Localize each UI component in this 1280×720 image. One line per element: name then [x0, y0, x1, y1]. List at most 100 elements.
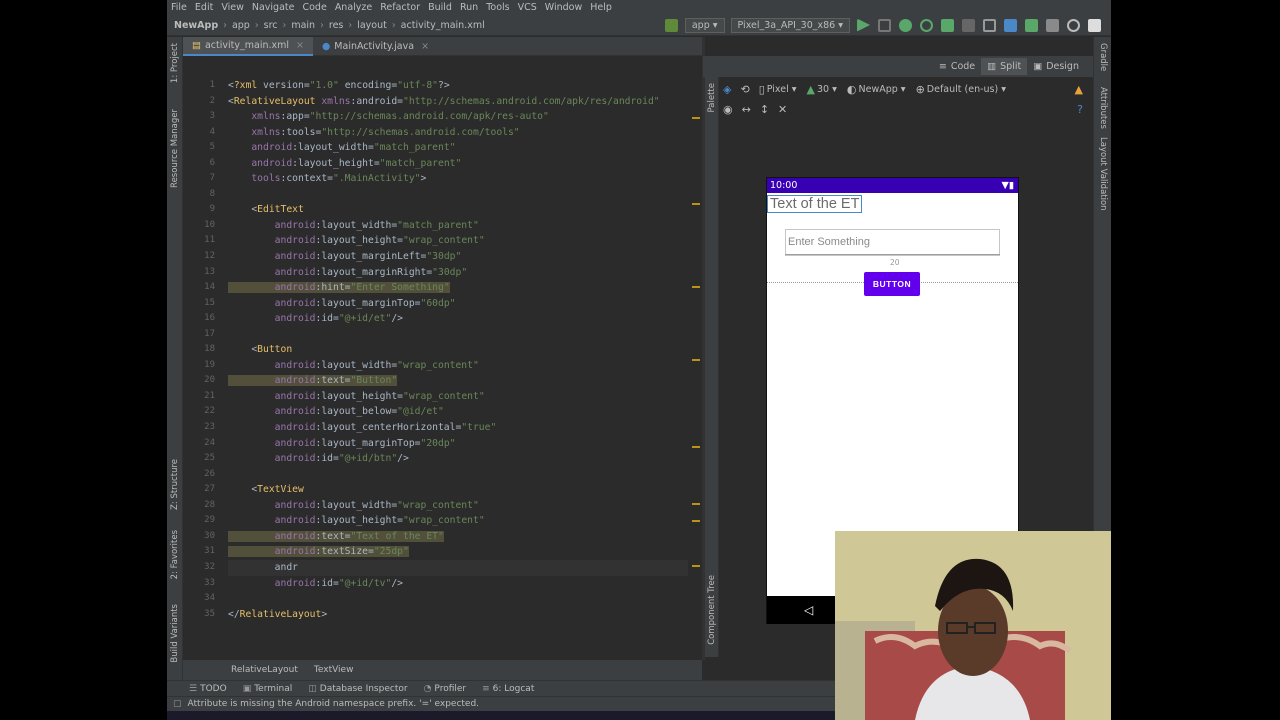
code-line[interactable]: android:layout_height="match_parent" [228, 156, 688, 172]
resize-vertical-icon[interactable]: ↕ [760, 103, 769, 116]
gradle-tool-tab[interactable]: Gradle [1098, 43, 1108, 71]
clear-constraints-icon[interactable]: ✕ [778, 103, 787, 116]
code-line[interactable]: android:text="Button" [228, 373, 688, 389]
menu-vcs[interactable]: VCS [518, 2, 537, 13]
warning-marker[interactable] [692, 446, 700, 448]
code-line[interactable]: <EditText [228, 202, 688, 218]
code-line[interactable] [228, 467, 688, 483]
code-line[interactable]: android:layout_marginTop="20dp" [228, 436, 688, 452]
breadcrumb-textview[interactable]: TextView [314, 665, 354, 675]
split-view-button[interactable]: ▥ Split [981, 58, 1028, 75]
hammer-icon[interactable] [664, 18, 678, 32]
breadcrumb-layout[interactable]: layout [357, 20, 387, 31]
code-line[interactable]: android:id="@+id/tv"/> [228, 576, 688, 592]
menu-analyze[interactable]: Analyze [335, 2, 372, 13]
code-line[interactable]: <Button [228, 342, 688, 358]
menu-navigate[interactable]: Navigate [252, 2, 295, 13]
breadcrumb-relativelayout[interactable]: RelativeLayout [231, 665, 298, 675]
code-line[interactable]: <TextView [228, 482, 688, 498]
panel-toggle-icon[interactable]: ▢ [173, 699, 182, 709]
menu-refactor[interactable]: Refactor [380, 2, 420, 13]
menu-file[interactable]: File [171, 2, 187, 13]
code-line[interactable]: android:layout_height="wrap_content" [228, 233, 688, 249]
layers-icon[interactable]: ◈ [723, 83, 731, 96]
code-line[interactable]: </RelativeLayout> [228, 607, 688, 623]
theme-select[interactable]: NewApp ▾ [859, 84, 906, 95]
project-tool-tab[interactable]: 1: Project [170, 43, 180, 83]
menu-view[interactable]: View [221, 2, 244, 13]
code-line[interactable]: android:text="Text of the ET" [228, 529, 688, 545]
tab-mainactivity-java[interactable]: ● MainActivity.java × [313, 37, 438, 56]
warning-marker[interactable] [692, 520, 700, 522]
search-icon[interactable] [1067, 18, 1080, 32]
code-line[interactable] [228, 327, 688, 343]
code-line[interactable]: xmlns:app="http://schemas.android.com/ap… [228, 109, 688, 125]
code-line[interactable]: <RelativeLayout xmlns:android="http://sc… [228, 94, 688, 110]
menu-tools[interactable]: Tools [486, 2, 509, 13]
breadcrumb-file[interactable]: activity_main.xml [401, 20, 485, 31]
code-line[interactable]: tools:context=".MainActivity"> [228, 171, 688, 187]
warning-marker[interactable] [692, 117, 700, 119]
code-line[interactable]: android:layout_marginRight="30dp" [228, 265, 688, 281]
build-variants-tool-tab[interactable]: Build Variants [170, 604, 180, 663]
sync-icon[interactable] [1004, 18, 1017, 32]
orientation-icon[interactable]: ⟲ [740, 83, 749, 96]
code-line[interactable]: android:layout_width="wrap_content" [228, 358, 688, 374]
resize-horizontal-icon[interactable]: ↔ [742, 103, 751, 116]
preview-button[interactable]: BUTTON [864, 272, 920, 296]
help-icon[interactable]: ? [1077, 103, 1083, 116]
avd-manager-icon[interactable] [1025, 18, 1038, 32]
menu-help[interactable]: Help [590, 2, 612, 13]
menu-build[interactable]: Build [428, 2, 452, 13]
code-line[interactable] [228, 591, 688, 607]
menu-window[interactable]: Window [545, 2, 582, 13]
menu-code[interactable]: Code [302, 2, 326, 13]
close-icon[interactable]: × [421, 41, 429, 52]
favorites-tool-tab[interactable]: 2: Favorites [170, 530, 180, 579]
breadcrumb-project[interactable]: NewApp [174, 20, 218, 31]
preview-edittext[interactable]: Enter Something [785, 229, 1000, 256]
code-line[interactable]: android:layout_width="match_parent" [228, 218, 688, 234]
eye-icon[interactable]: ◉ [723, 103, 733, 116]
code-line[interactable]: android:id="@+id/btn"/> [228, 451, 688, 467]
code-editor[interactable]: 1 2 3 4 5 6 7 8 9 10 11 12 13 14 15 16 17 18 19 20 21 22 23 24 2… [183, 56, 702, 660]
warning-marker[interactable] [692, 203, 700, 205]
palette-tool-tab[interactable]: Palette [707, 83, 717, 112]
warning-marker[interactable] [692, 359, 700, 361]
run-config-select[interactable]: app ▾ [684, 17, 725, 33]
resource-manager-tool-tab[interactable]: Resource Manager [170, 109, 180, 188]
code-line[interactable]: android:textSize="25dp" [228, 544, 688, 560]
code-line[interactable]: android:layout_below="@id/et" [228, 404, 688, 420]
sdk-manager-icon[interactable] [1046, 18, 1059, 32]
profile-icon[interactable] [920, 18, 933, 32]
breadcrumb-app[interactable]: app [232, 20, 250, 31]
menu-edit[interactable]: Edit [195, 2, 213, 13]
attach-debugger-icon[interactable] [941, 18, 954, 32]
code-line[interactable]: andr [228, 559, 688, 576]
code-line[interactable]: android:hint="Enter Something" [228, 280, 688, 296]
code-line[interactable]: android:layout_marginLeft="30dp" [228, 249, 688, 265]
terminal-tool-tab[interactable]: ▣ Terminal [243, 684, 293, 694]
api-select[interactable]: 30 ▾ [817, 84, 837, 95]
rerun-icon[interactable] [878, 18, 891, 32]
device-select[interactable]: Pixel_3a_API_30_x86 ▾ [730, 17, 850, 33]
debug-icon[interactable] [899, 18, 912, 32]
code-line[interactable]: android:layout_height="wrap_content" [228, 389, 688, 405]
attributes-tool-tab[interactable]: Attributes [1098, 87, 1108, 129]
code-line[interactable]: android:layout_width="match_parent" [228, 140, 688, 156]
warning-icon[interactable]: ▲ [1075, 83, 1083, 96]
device-select[interactable]: Pixel ▾ [767, 84, 797, 95]
tab-activity-main-xml[interactable]: ▤ activity_main.xml × [183, 37, 313, 56]
database-inspector-tool-tab[interactable]: ◫ Database Inspector [308, 684, 407, 694]
component-tree-tool-tab[interactable]: Component Tree [707, 575, 717, 645]
profiler-tool-tab[interactable]: ◔ Profiler [424, 684, 467, 694]
code-line[interactable]: android:layout_centerHorizontal="true" [228, 420, 688, 436]
code-line[interactable] [228, 187, 688, 203]
code-line[interactable]: android:layout_width="wrap_content" [228, 498, 688, 514]
code-line[interactable]: xmlns:tools="http://schemas.android.com/… [228, 125, 688, 141]
design-view-button[interactable]: ▣ Design [1027, 58, 1085, 75]
run-icon[interactable] [857, 18, 870, 32]
warning-marker[interactable] [692, 565, 700, 567]
breadcrumb-res[interactable]: res [329, 20, 344, 31]
code-content[interactable]: <?xml version="1.0" encoding="utf-8"?> <R… [228, 78, 688, 622]
